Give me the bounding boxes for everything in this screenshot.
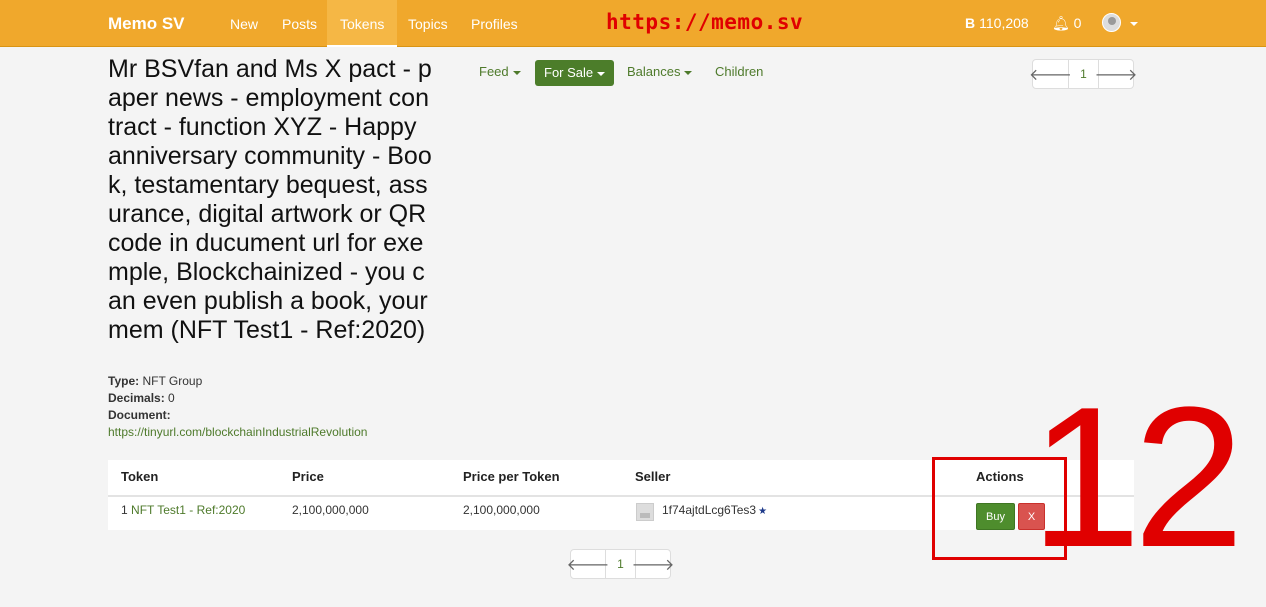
nav-topics[interactable]: Topics: [408, 16, 448, 32]
type-value: NFT Group: [142, 374, 203, 388]
prev-page-button[interactable]: 🡐: [567, 550, 609, 578]
header-price-per-token: Price per Token: [463, 469, 560, 484]
notifications-button[interactable]: 🔔︎ 0: [1052, 15, 1081, 32]
tab-feed[interactable]: Feed: [479, 64, 521, 79]
decimals-label: Decimals:: [108, 391, 165, 405]
avatar[interactable]: [1102, 13, 1121, 32]
header-token: Token: [121, 469, 159, 484]
nav-tokens[interactable]: Tokens: [327, 0, 398, 47]
tab-for-sale-label: For Sale: [544, 65, 594, 80]
cell-token: 1 NFT Test1 - Ref:2020: [121, 503, 245, 517]
brand-logo[interactable]: Memo SV: [108, 14, 185, 34]
header-seller: Seller: [635, 469, 671, 484]
bell-icon: 🔔︎: [1052, 15, 1070, 31]
prev-page-button[interactable]: 🡐: [1029, 60, 1072, 88]
type-label: Type:: [108, 374, 140, 388]
next-page-button[interactable]: 🡒: [1095, 60, 1138, 88]
token-decimals: Decimals: 0: [108, 391, 175, 405]
cell-price-per-token: 2,100,000,000: [463, 503, 540, 517]
tab-balances-label: Balances: [627, 64, 681, 79]
arrow-right-icon: 🡒: [1094, 66, 1138, 84]
bsv-icon: B: [965, 15, 976, 31]
chevron-down-icon[interactable]: [1130, 22, 1138, 26]
token-link[interactable]: NFT Test1 - Ref:2020: [131, 503, 245, 517]
tab-children[interactable]: Children: [715, 64, 763, 79]
arrow-left-icon: 🡐: [1029, 66, 1072, 84]
token-title: Mr BSVfan and Ms X pact - paper news - e…: [108, 55, 432, 344]
pager-bottom: 🡐 1 🡒: [567, 549, 675, 579]
next-page-button[interactable]: 🡒: [632, 550, 675, 578]
balance-value: 110,208: [979, 15, 1029, 31]
tab-for-sale[interactable]: For Sale: [535, 60, 615, 86]
chevron-down-icon: [512, 70, 521, 75]
nav-profiles[interactable]: Profiles: [471, 16, 518, 32]
document-label: Document:: [108, 408, 171, 422]
nav-new[interactable]: New: [230, 16, 258, 32]
notification-count: 0: [1073, 15, 1082, 31]
top-navbar: Memo SV New Posts Tokens Topics Profiles…: [0, 0, 1266, 47]
document-link[interactable]: https://tinyurl.com/blockchainIndustrial…: [108, 425, 367, 439]
balance-display[interactable]: B 110,208: [965, 15, 1029, 31]
chevron-down-icon: [597, 71, 606, 76]
token-document: Document:: [108, 408, 171, 422]
annotation-number: 12: [1030, 366, 1244, 589]
url-annotation: https://memo.sv: [606, 10, 804, 34]
chevron-down-icon: [684, 70, 693, 75]
seller-link[interactable]: 1f74ajtdLcg6Tes3: [662, 503, 756, 517]
header-price: Price: [292, 469, 324, 484]
nav-posts[interactable]: Posts: [282, 16, 317, 32]
tab-feed-label: Feed: [479, 64, 509, 79]
token-type: Type: NFT Group: [108, 374, 202, 388]
pager-top: 🡐 1 🡒: [1029, 59, 1138, 89]
star-icon: ★: [758, 506, 768, 517]
seller-avatar[interactable]: [636, 503, 654, 521]
tab-balances[interactable]: Balances: [627, 64, 693, 79]
arrow-left-icon: 🡐: [566, 556, 610, 574]
arrow-right-icon: 🡒: [631, 556, 675, 574]
cell-price: 2,100,000,000: [292, 503, 369, 517]
decimals-value: 0: [168, 391, 175, 405]
token-qty: 1: [121, 503, 128, 517]
cell-seller: 1f74ajtdLcg6Tes3 ★: [662, 503, 767, 517]
